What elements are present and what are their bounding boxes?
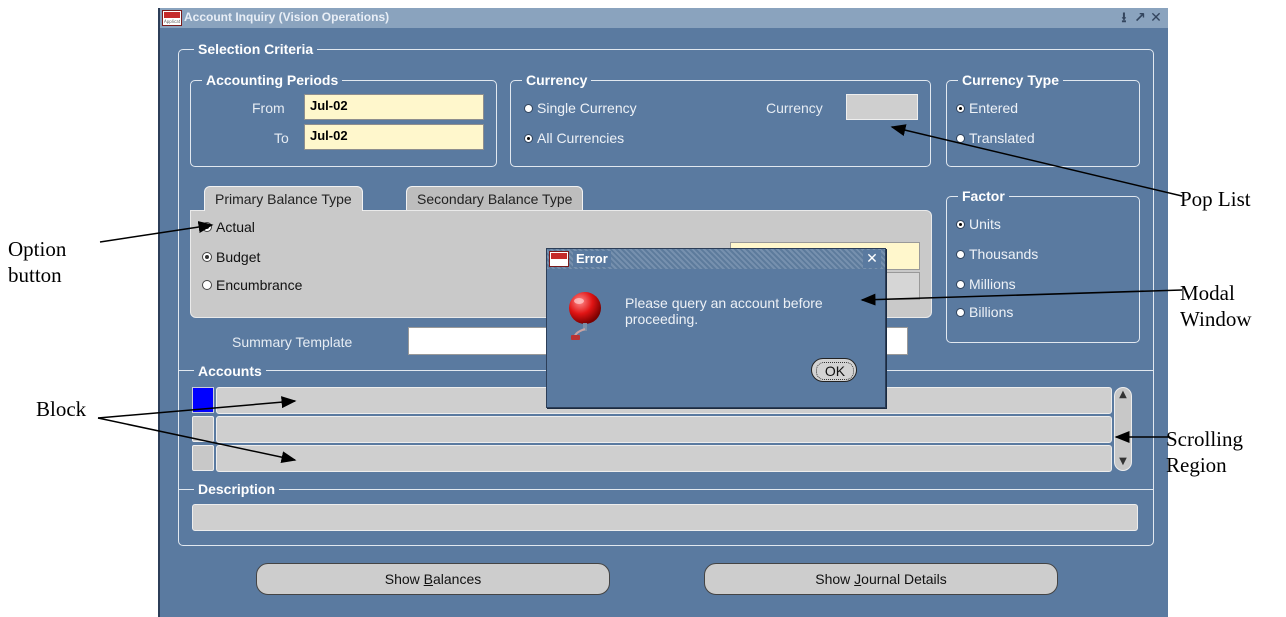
arrow-block-1: [97, 396, 297, 419]
arrow-block-2: [97, 417, 297, 464]
tab-primary-balance-type[interactable]: Primary Balance Type: [204, 186, 363, 211]
arrow-modal-window: [860, 289, 1183, 306]
callout-arrows: [97, 124, 1183, 464]
arrow-pop-list: [890, 124, 1183, 197]
arrow-option-button: [99, 221, 214, 243]
